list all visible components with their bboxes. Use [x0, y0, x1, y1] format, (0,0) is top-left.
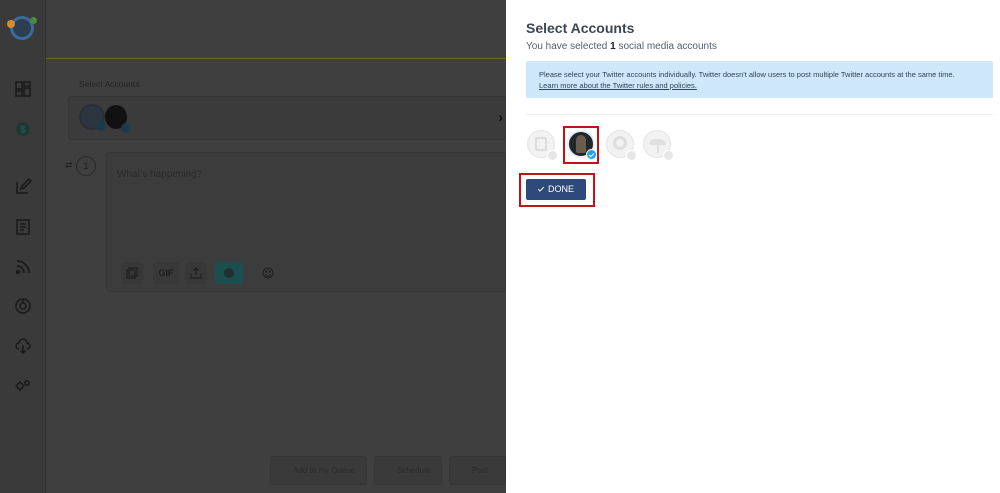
post-now-button[interactable]: Post Now [449, 456, 506, 485]
info-text: Please select your Twitter accounts indi… [539, 69, 980, 80]
platform-badge-icon [547, 150, 558, 161]
twitter-badge-icon [121, 123, 131, 133]
platform-badge-icon [626, 150, 637, 161]
badge-icon [96, 121, 106, 131]
chevron-right-icon[interactable]: › [498, 109, 503, 125]
top-bar [46, 0, 506, 59]
twitter-rules-link[interactable]: Learn more about the Twitter rules and p… [539, 81, 697, 90]
upload-icon[interactable] [185, 262, 207, 284]
account-selector[interactable]: › [68, 96, 508, 140]
main-content: Select Accounts › ⇄ 1 What's happening? … [46, 0, 506, 493]
compose-box[interactable]: What's happening? GIF + [106, 152, 506, 292]
select-accounts-label: Select Accounts [79, 79, 139, 89]
panel-title: Select Accounts [526, 20, 634, 36]
left-sidebar: $ [0, 0, 46, 493]
account-avatar-3[interactable] [606, 130, 634, 158]
account-image [649, 139, 666, 145]
dashboard-icon[interactable] [14, 80, 32, 98]
schedule-button[interactable]: Schedule [374, 456, 442, 485]
thread-number: 1 [76, 156, 96, 176]
svg-text:$: $ [20, 125, 25, 135]
account-avatar-4[interactable] [643, 130, 671, 158]
add-to-queue-button[interactable]: Add to my Queue [270, 456, 367, 485]
selected-account-avatar [105, 105, 127, 129]
selected-summary: You have selected 1 social media account… [526, 41, 717, 52]
account-image [613, 136, 627, 150]
twitter-info-banner: Please select your Twitter accounts indi… [526, 61, 993, 98]
compose-icon[interactable] [14, 178, 32, 196]
emoji-icon[interactable] [257, 262, 279, 284]
gif-button[interactable]: GIF [153, 262, 179, 284]
thread-link-icon: ⇄ [65, 160, 73, 171]
rss-icon[interactable] [14, 258, 32, 276]
select-accounts-panel: Select Accounts You have selected 1 soci… [506, 0, 1000, 493]
compose-placeholder: What's happening? [117, 169, 202, 180]
dollar-icon[interactable]: $ [14, 120, 32, 138]
twitter-account-avatar [81, 106, 103, 128]
platform-badge-icon [663, 150, 674, 161]
summary-prefix: You have selected [526, 41, 610, 52]
account-image [535, 137, 547, 151]
summary-suffix: social media accounts [616, 41, 717, 52]
posts-icon[interactable] [14, 218, 32, 236]
settings-icon[interactable] [14, 376, 32, 394]
divider [526, 114, 993, 115]
highlight-done-button [519, 173, 595, 207]
media-library-icon[interactable] [121, 262, 143, 284]
highlight-selected-account [563, 126, 599, 164]
analytics-icon[interactable] [14, 297, 32, 315]
app-logo[interactable] [10, 16, 34, 40]
ai-assistant-icon[interactable] [215, 262, 243, 284]
account-avatar-1[interactable] [527, 130, 555, 158]
cloud-download-icon[interactable] [14, 337, 32, 355]
